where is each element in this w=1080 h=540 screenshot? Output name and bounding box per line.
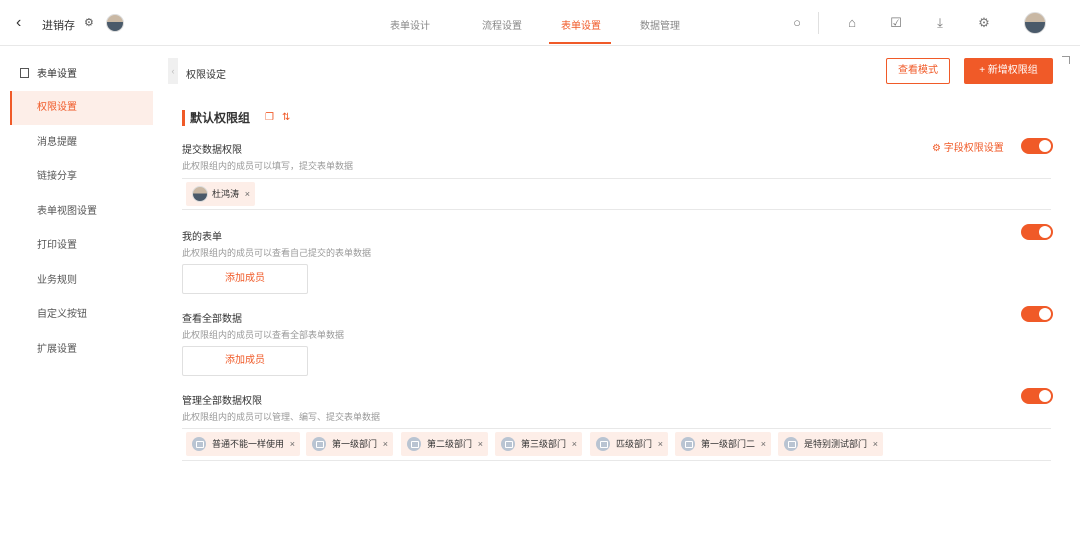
sidebar-item-print[interactable]: 打印设置: [10, 229, 153, 263]
tab-process-settings[interactable]: 流程设置: [482, 17, 522, 32]
sidebar-item-business-rules[interactable]: 业务规则: [10, 264, 153, 298]
remove-member-icon[interactable]: ×: [873, 432, 878, 456]
department-icon: [192, 437, 206, 451]
preview-mode-button[interactable]: 查看模式: [886, 58, 950, 84]
sidebar-item-notifications[interactable]: 消息提醒: [10, 126, 153, 160]
department-icon: [784, 437, 798, 451]
sidebar-heading: 表单设置: [20, 65, 77, 80]
submit-permission-toggle[interactable]: [1021, 138, 1053, 154]
search-icon[interactable]: ○: [788, 14, 806, 32]
remove-member-icon[interactable]: ×: [383, 432, 388, 456]
remove-member-icon[interactable]: ×: [658, 432, 663, 456]
app-settings-icon[interactable]: ⚙: [84, 16, 94, 29]
permission-desc-view-all: 此权限组内的成员可以查看全部表单数据: [182, 330, 345, 340]
permission-title-submit: 提交数据权限: [182, 145, 242, 156]
member-chip: 杜鸿涛 ×: [186, 182, 256, 206]
sidebar-item-custom-buttons[interactable]: 自定义按钮: [10, 298, 153, 332]
view-all-toggle[interactable]: [1021, 306, 1053, 322]
tab-form-design[interactable]: 表单设计: [390, 17, 430, 32]
field-permission-settings-link[interactable]: ⚙ 字段权限设置: [932, 139, 1004, 154]
remove-member-icon[interactable]: ×: [245, 182, 250, 206]
sort-icon[interactable]: ⇅: [282, 112, 290, 123]
tab-data-management[interactable]: 数据管理: [640, 17, 680, 32]
collapse-sidebar-button[interactable]: ‹: [168, 58, 178, 84]
back-chevron-icon[interactable]: ‹: [16, 14, 30, 32]
active-tab-indicator: [549, 42, 611, 44]
top-bar: ‹ 进销存 ⚙ 表单设计 流程设置 表单设置 数据管理 ○ ⌂ ☑ ⤓ ⚙: [0, 0, 1080, 46]
add-member-button[interactable]: 添加成员: [182, 264, 308, 294]
settings-icon[interactable]: ⚙: [975, 14, 993, 32]
tab-form-settings[interactable]: 表单设置: [561, 17, 601, 32]
permission-title-my-forms: 我的表单: [182, 232, 222, 243]
department-icon: [407, 437, 421, 451]
download-icon[interactable]: ⤓: [931, 14, 949, 32]
sidebar-item-permissions[interactable]: 权限设置: [10, 91, 153, 125]
expand-icon[interactable]: [1062, 56, 1070, 64]
group-title: 默认权限组: [182, 110, 250, 126]
manage-all-toggle[interactable]: [1021, 388, 1053, 404]
department-icon: [501, 437, 515, 451]
sidebar-item-link-share[interactable]: 链接分享: [10, 160, 153, 194]
remove-member-icon[interactable]: ×: [478, 432, 483, 456]
department-chip: 第一级部门 ×: [306, 432, 394, 456]
app-title: 进销存: [42, 20, 75, 32]
add-member-button[interactable]: 添加成员: [182, 346, 308, 376]
home-icon[interactable]: ⌂: [843, 14, 861, 32]
department-chip: 第三级部门 ×: [495, 432, 583, 456]
department-chip: 匹级部门 ×: [590, 432, 669, 456]
remove-member-icon[interactable]: ×: [572, 432, 577, 456]
permission-title-manage-all: 管理全部数据权限: [182, 396, 262, 407]
department-chip: 第一级部门二 ×: [675, 432, 772, 456]
sidebar-item-view-settings[interactable]: 表单视图设置: [10, 195, 153, 229]
department-icon: [681, 437, 695, 451]
remove-member-icon[interactable]: ×: [290, 432, 295, 456]
submit-members-box[interactable]: [182, 178, 1051, 210]
department-chip: 普通不能一样使用 ×: [186, 432, 301, 456]
permission-desc-my-forms: 此权限组内的成员可以查看自己提交的表单数据: [182, 248, 372, 258]
department-icon: [596, 437, 610, 451]
toolbar-divider: [818, 12, 819, 34]
remove-member-icon[interactable]: ×: [761, 432, 766, 456]
permission-title-view-all: 查看全部数据: [182, 314, 242, 325]
gear-icon: ⚙: [932, 143, 944, 154]
form-icon: [20, 68, 29, 78]
shirt-icon[interactable]: ☑: [887, 14, 905, 32]
my-forms-toggle[interactable]: [1021, 224, 1053, 240]
app-owner-avatar: [106, 14, 124, 32]
sidebar: 表单设置 权限设置 消息提醒 链接分享 表单视图设置 打印设置 业务规则 自定义…: [0, 47, 160, 540]
add-permission-group-button[interactable]: + 新增权限组: [964, 58, 1053, 84]
sidebar-item-extensions[interactable]: 扩展设置: [10, 333, 153, 367]
department-icon: [312, 437, 326, 451]
page-title: 权限设定: [186, 70, 226, 81]
permission-desc-submit: 此权限组内的成员可以填写，提交表单数据: [182, 161, 354, 171]
department-chip: 第二级部门 ×: [401, 432, 489, 456]
user-avatar[interactable]: [1024, 12, 1046, 34]
permission-desc-manage-all: 此权限组内的成员可以管理、编写、提交表单数据: [182, 412, 381, 422]
department-chip: 是特别测试部门 ×: [778, 432, 884, 456]
copy-icon[interactable]: ❐: [265, 112, 274, 123]
avatar: [192, 186, 208, 202]
